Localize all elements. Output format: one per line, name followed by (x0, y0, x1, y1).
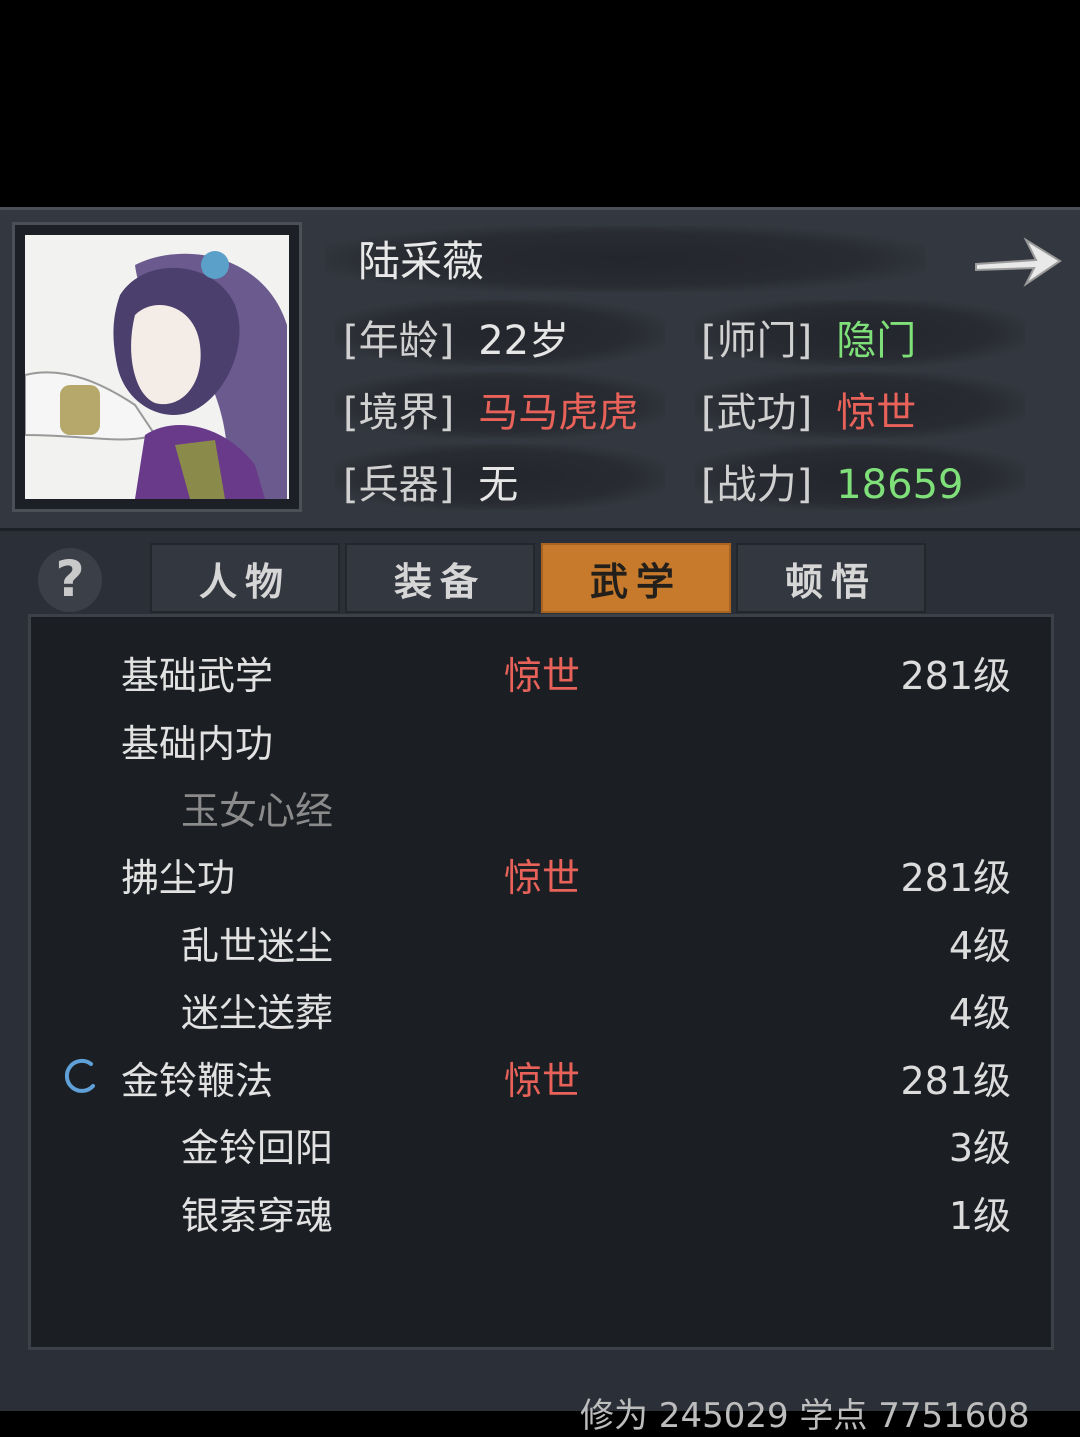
portrait-image (25, 235, 289, 499)
skill-row[interactable]: 拂尘功 惊世 281级 (31, 839, 1051, 900)
stat-sect-label: [师门] (701, 318, 813, 364)
stat-power-label: [战力] (701, 462, 813, 508)
tab-equipment[interactable]: 装备 (345, 543, 535, 613)
skill-name: 基础武学 (121, 654, 274, 698)
help-button[interactable]: ? (38, 548, 102, 612)
skill-level: 1级 (948, 1194, 1011, 1238)
skill-row[interactable]: 迷尘送葬 4级 (31, 974, 1051, 1035)
skill-name: 拂尘功 (121, 856, 236, 900)
stat-age-label: [年龄] (343, 318, 455, 364)
tab-martial-arts[interactable]: 武学 (541, 543, 731, 613)
skill-level: 281级 (900, 1059, 1011, 1103)
skill-level: 4级 (948, 924, 1011, 968)
skill-name: 金铃回阳 (181, 1126, 334, 1170)
skill-name: 银索穿魂 (181, 1194, 334, 1238)
stat-weapon: [兵器] 无 (343, 452, 518, 510)
stat-martial-label: [武功] (701, 390, 813, 436)
skill-row[interactable]: 乱世迷尘 4级 (31, 907, 1051, 968)
tab-label: 顿悟 (784, 559, 877, 604)
skill-row[interactable]: 金铃鞭法 惊世 281级 (31, 1042, 1051, 1103)
stat-age-value: 22岁 (478, 318, 570, 364)
skill-name: 金铃鞭法 (121, 1059, 274, 1103)
skill-name: 迷尘送葬 (181, 991, 334, 1035)
skill-name: 基础内功 (121, 722, 274, 766)
stat-realm-label: [境界] (343, 390, 455, 436)
skill-grade: 惊世 (504, 654, 581, 698)
tab-label: 装备 (393, 559, 486, 604)
stat-martial: [武功] 惊世 (701, 380, 916, 438)
skill-level: 281级 (900, 654, 1011, 698)
tab-label: 武学 (589, 559, 682, 604)
skill-level: 281级 (900, 856, 1011, 900)
skill-row[interactable]: 银索穿魂 1级 (31, 1177, 1051, 1238)
skill-name: 乱世迷尘 (181, 924, 334, 968)
skill-row[interactable]: 玉女心经 (31, 772, 1051, 833)
skill-grade: 惊世 (504, 1059, 581, 1103)
character-portrait (12, 222, 302, 512)
skill-row[interactable]: 金铃回阳 3级 (31, 1109, 1051, 1170)
help-icon: ? (55, 550, 85, 608)
stat-weapon-value: 无 (478, 462, 519, 508)
next-character-arrow-icon[interactable] (970, 226, 1066, 296)
stat-weapon-label: [兵器] (343, 462, 455, 508)
stat-sect-value: 隐门 (836, 318, 917, 364)
cultivation-points-footer: 修为 245029 学点 7751608 (580, 1396, 1030, 1436)
stat-sect: [师门] 隐门 (701, 308, 916, 366)
stat-realm-value: 马马虎虎 (478, 390, 639, 436)
skill-level: 3级 (948, 1126, 1011, 1170)
skill-name: 玉女心经 (181, 789, 334, 833)
skill-row[interactable]: 基础武学 惊世 281级 (31, 637, 1051, 698)
skill-row[interactable]: 基础内功 (31, 705, 1051, 766)
tab-label: 人物 (198, 559, 291, 604)
character-name: 陆采薇 (358, 237, 485, 286)
skill-list-panel: 基础武学 惊世 281级 基础内功 玉女心经 拂尘功 惊世 281级 乱世迷尘 … (28, 614, 1054, 1350)
skill-grade: 惊世 (504, 856, 581, 900)
stat-power-value: 18659 (836, 462, 964, 508)
stat-age: [年龄] 22岁 (343, 308, 569, 366)
skill-level: 4级 (948, 991, 1011, 1035)
equipped-indicator-icon (64, 1058, 95, 1093)
tab-character[interactable]: 人物 (150, 543, 340, 613)
stat-power: [战力] 18659 (701, 452, 963, 510)
stat-martial-value: 惊世 (836, 390, 917, 436)
tab-enlightenment[interactable]: 顿悟 (736, 543, 926, 613)
stat-realm: [境界] 马马虎虎 (343, 380, 638, 438)
